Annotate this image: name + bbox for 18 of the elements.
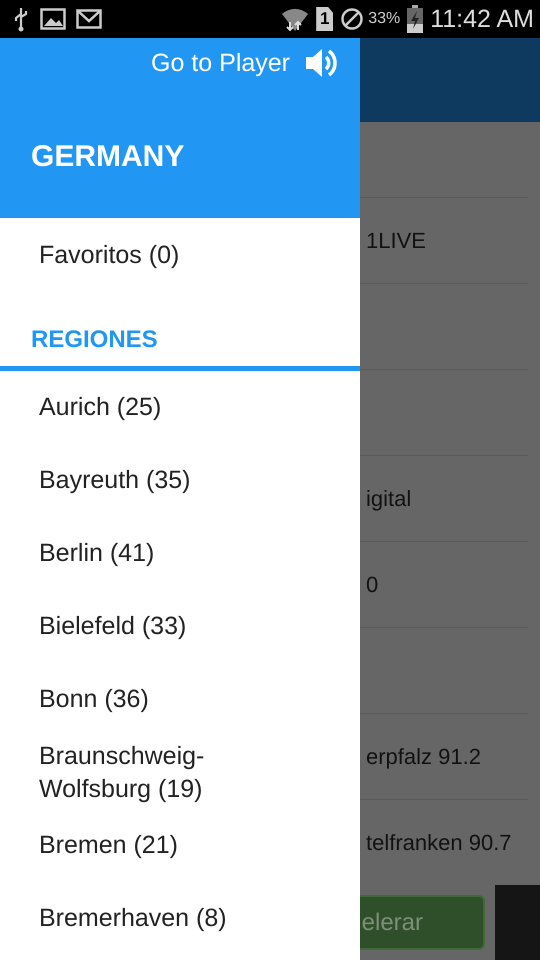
region-item[interactable]: Bayreuth (35) [0, 444, 360, 517]
sim-slot-indicator: 1 [316, 7, 334, 31]
region-item[interactable]: Braunschweig- Wolfsburg (19) [0, 736, 360, 809]
region-item[interactable]: Aurich (25) [0, 371, 360, 444]
clock: 11:42 AM [430, 4, 534, 34]
usb-icon [12, 6, 30, 32]
region-item[interactable]: Bremen (21) [0, 809, 360, 882]
region-item[interactable]: Bielefeld (33) [0, 590, 360, 663]
mail-icon [76, 9, 102, 29]
image-icon [40, 8, 66, 30]
region-item[interactable]: Berlin (41) [0, 517, 360, 590]
battery-percent: 33% [368, 10, 400, 28]
blocked-icon [340, 7, 364, 31]
section-header: REGIONES [0, 292, 360, 371]
region-item[interactable]: Bonn (36) [0, 663, 360, 736]
battery-charging-icon [407, 5, 424, 33]
favorites-item[interactable]: Favoritos (0) [0, 218, 360, 292]
country-title: GERMANY [31, 140, 186, 174]
